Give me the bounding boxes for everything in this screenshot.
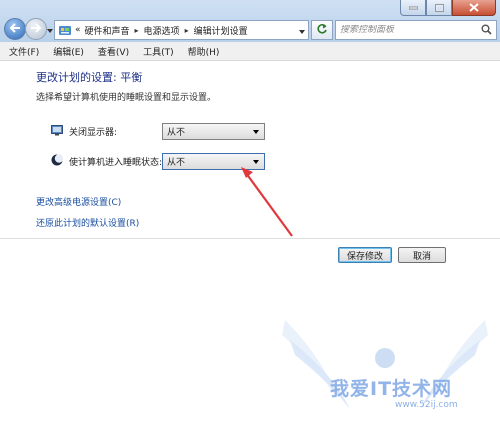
window-chrome: « 硬件和声音 ▸ 电源选项 ▸ 编辑计划设置 <box>0 0 500 42</box>
forward-button[interactable] <box>25 18 47 40</box>
search-icon[interactable] <box>481 24 492 38</box>
display-off-select[interactable]: 从不 <box>162 123 265 140</box>
back-button[interactable] <box>4 18 26 40</box>
breadcrumb-edit-plan[interactable]: 编辑计划设置 <box>194 24 248 37</box>
recent-pages-dropdown[interactable] <box>47 26 53 36</box>
menu-view[interactable]: 查看(V) <box>91 45 136 58</box>
menu-edit[interactable]: 编辑(E) <box>46 45 91 58</box>
search-box[interactable] <box>335 20 497 40</box>
control-panel-icon <box>58 24 72 36</box>
forward-arrow-icon <box>30 22 42 36</box>
refresh-button[interactable] <box>311 20 333 40</box>
address-dropdown-icon[interactable] <box>299 27 305 37</box>
breadcrumb-hardware-sound[interactable]: 硬件和声音 <box>85 24 130 37</box>
breadcrumb-separator-icon[interactable]: ▸ <box>185 26 189 35</box>
sleep-label: 使计算机进入睡眠状态: <box>69 158 163 168</box>
menu-bar: 文件(F) 编辑(E) 查看(V) 工具(T) 帮助(H) <box>0 42 500 61</box>
minimize-icon <box>408 6 418 10</box>
breadcrumb-power-options[interactable]: 电源选项 <box>144 24 180 37</box>
menu-help[interactable]: 帮助(H) <box>181 45 227 58</box>
main-content: 更改计划的设置: 平衡 选择希望计算机使用的睡眠设置和显示设置。 关闭显示器: … <box>0 61 500 421</box>
display-off-label: 关闭显示器: <box>69 128 118 138</box>
refresh-icon <box>316 23 328 38</box>
advanced-power-settings-link[interactable]: 更改高级电源设置(C) <box>36 195 121 208</box>
sleep-select[interactable]: 从不 <box>162 153 265 170</box>
chevron-down-icon <box>47 26 53 36</box>
chevron-down-icon <box>253 130 259 134</box>
minimize-button[interactable] <box>400 0 426 16</box>
search-input[interactable] <box>336 25 478 35</box>
restore-defaults-link[interactable]: 还原此计划的默认设置(R) <box>36 216 139 229</box>
monitor-icon <box>51 124 63 139</box>
close-button[interactable] <box>452 0 496 16</box>
setting-row-display: 关闭显示器: <box>51 123 117 140</box>
maximize-icon <box>434 3 444 12</box>
address-bar[interactable]: « 硬件和声音 ▸ 电源选项 ▸ 编辑计划设置 <box>54 20 309 40</box>
address-overflow[interactable]: « <box>75 25 81 35</box>
maximize-button[interactable] <box>426 0 452 16</box>
menu-file[interactable]: 文件(F) <box>0 45 46 58</box>
page-subtitle: 选择希望计算机使用的睡眠设置和显示设置。 <box>36 93 217 103</box>
setting-row-sleep: 使计算机进入睡眠状态: <box>51 153 162 170</box>
breadcrumb-separator-icon[interactable]: ▸ <box>135 26 139 35</box>
window-controls <box>400 0 496 16</box>
save-changes-button[interactable]: 保存修改 <box>338 247 392 263</box>
menu-tools[interactable]: 工具(T) <box>136 45 181 58</box>
page-title: 更改计划的设置: 平衡 <box>36 71 143 84</box>
cancel-button[interactable]: 取消 <box>398 247 446 263</box>
sleep-value: 从不 <box>167 158 186 168</box>
display-off-value: 从不 <box>167 128 186 138</box>
divider <box>0 238 500 239</box>
moon-icon <box>51 154 64 169</box>
back-arrow-icon <box>9 22 21 36</box>
close-icon <box>469 3 479 12</box>
chevron-down-icon <box>253 160 259 164</box>
